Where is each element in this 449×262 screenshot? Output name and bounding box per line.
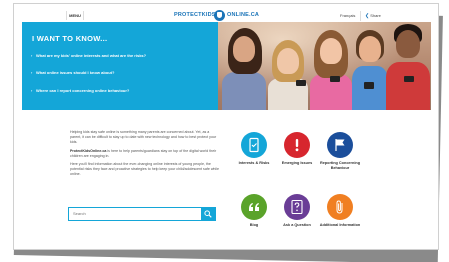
hero-title: I WANT TO KNOW... xyxy=(32,34,108,43)
language-link[interactable]: Français xyxy=(340,11,355,20)
hero-question-text: What online issues should I know about? xyxy=(36,70,115,75)
hero-banner: I WANT TO KNOW... › What are my kids' onl… xyxy=(22,22,431,110)
menu-button[interactable]: MENU xyxy=(66,11,84,20)
brand-name: ProtectKidsOnline.ca xyxy=(70,148,107,153)
intro-paragraph: Here you'll find information about the e… xyxy=(70,162,220,177)
hero-question-link[interactable]: › What online issues should I know about? xyxy=(31,70,115,75)
bullet-icon: › xyxy=(31,70,33,75)
web-page: MENU PROTECTKIDS ONLINE.CA Français ❮Sha… xyxy=(22,8,431,245)
bullet-icon: › xyxy=(31,53,33,58)
site-logo[interactable]: PROTECTKIDS ONLINE.CA xyxy=(174,10,294,21)
quote-icon xyxy=(241,194,267,220)
share-label: Share xyxy=(370,13,381,18)
hero-photo-kids-with-phones xyxy=(218,22,431,110)
search-box xyxy=(68,207,216,221)
question-icon xyxy=(284,194,310,220)
intro-paragraph: Helping kids stay safe online is somethi… xyxy=(70,130,217,145)
tile-label: Emerging Issues xyxy=(281,161,313,165)
intro-paragraph: ProtectKidsOnline.ca is here to help par… xyxy=(70,148,217,158)
tile-label: Additional Information xyxy=(319,223,361,227)
search-button[interactable] xyxy=(201,208,215,220)
intro-text: Helping kids stay safe online is somethi… xyxy=(70,130,220,181)
hero-panel: I WANT TO KNOW... › What are my kids' onl… xyxy=(22,22,218,110)
hero-question-text: What are my kids' online interests and w… xyxy=(36,53,147,58)
logo-text-left: PROTECTKIDS xyxy=(174,12,216,18)
share-button[interactable]: ❮Share xyxy=(360,11,381,21)
search-icon xyxy=(204,210,212,218)
paperclip-icon xyxy=(327,194,353,220)
search-input[interactable] xyxy=(73,208,197,220)
hero-question-link[interactable]: › What are my kids' online interests and … xyxy=(31,53,147,58)
exclamation-icon xyxy=(284,132,310,158)
tile-label: Reporting Concerning Behaviour xyxy=(319,161,361,170)
tile-label: Blog xyxy=(249,223,259,227)
share-icon: ❮ xyxy=(365,13,370,19)
tablet-icon xyxy=(241,132,267,158)
hero-question-link[interactable]: › Where can I report concerning online be… xyxy=(31,88,130,93)
flag-icon xyxy=(327,132,353,158)
bullet-icon: › xyxy=(31,88,33,93)
shield-icon xyxy=(214,10,225,21)
logo-text-right: ONLINE.CA xyxy=(227,12,260,18)
tile-label: Interests & Risks xyxy=(238,161,270,165)
tile-label: Ask a Question xyxy=(283,223,311,227)
hero-question-text: Where can I report concerning online beh… xyxy=(36,88,130,93)
top-bar: MENU PROTECTKIDS ONLINE.CA Français ❮Sha… xyxy=(22,8,431,22)
